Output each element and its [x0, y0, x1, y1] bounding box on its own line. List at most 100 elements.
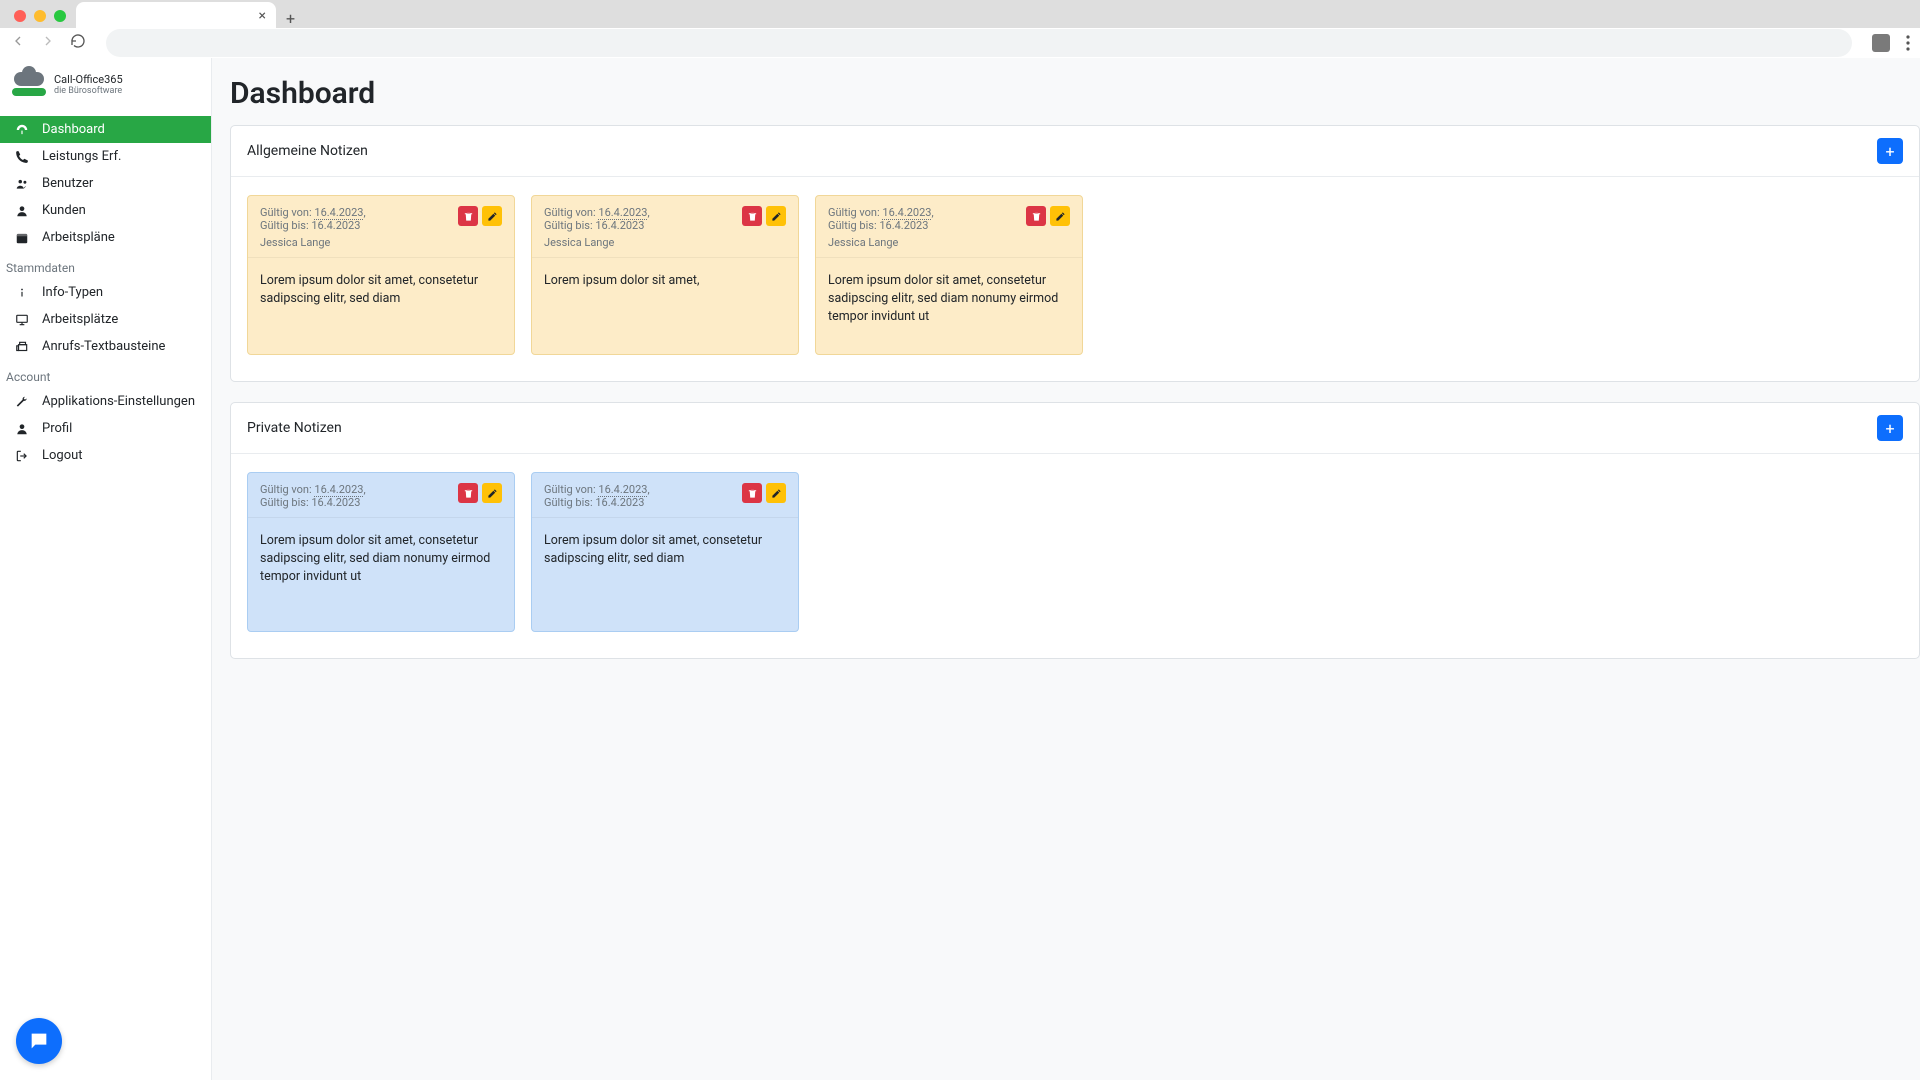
valid-from-label: Gültig von:: [544, 206, 596, 219]
delete-note-button[interactable]: [1026, 206, 1046, 226]
note-meta: Gültig von: 16.4.2023, Gültig bis: 16.4.…: [260, 483, 366, 509]
edit-note-button[interactable]: [482, 483, 502, 503]
note-header: Gültig von: 16.4.2023, Gültig bis: 16.4.…: [248, 196, 514, 258]
sidebar-item-label: Benutzer: [42, 176, 93, 191]
valid-from-label: Gültig von:: [544, 483, 596, 496]
sidebar-item-dashboard[interactable]: Dashboard: [0, 116, 211, 143]
pencil-icon: [1055, 211, 1066, 222]
user-icon: [14, 422, 30, 436]
note-actions: [742, 206, 786, 249]
window-maximize-icon[interactable]: [54, 10, 66, 22]
valid-to-date: 16.4.2023: [595, 496, 644, 509]
valid-to-date: 16.4.2023: [311, 496, 360, 509]
delete-note-button[interactable]: [458, 483, 478, 503]
sidebar-item-label: Anrufs-Textbausteine: [42, 339, 165, 354]
plus-icon: +: [1885, 419, 1894, 438]
note-header: Gültig von: 16.4.2023, Gültig bis: 16.4.…: [248, 473, 514, 518]
reload-button[interactable]: [70, 33, 86, 53]
back-button[interactable]: [10, 33, 26, 53]
add-private-note-button[interactable]: +: [1877, 415, 1903, 441]
wrench-icon: [14, 395, 30, 409]
sidebar-item-arbeitsplaetze[interactable]: Arbeitsplätze: [0, 306, 211, 333]
address-bar[interactable]: [106, 29, 1852, 57]
user-icon: [14, 204, 30, 218]
delete-note-button[interactable]: [742, 483, 762, 503]
note-card: Gültig von: 16.4.2023, Gültig bis: 16.4.…: [247, 195, 515, 355]
valid-from-date: 16.4.2023: [598, 483, 647, 497]
close-tab-icon[interactable]: ×: [259, 8, 266, 24]
note-card: Gültig von: 16.4.2023, Gültig bis: 16.4.…: [815, 195, 1083, 355]
main-content: Dashboard Allgemeine Notizen + Gültig vo…: [212, 58, 1920, 1080]
sidebar-item-appsettings[interactable]: Applikations-Einstellungen: [0, 388, 211, 415]
browser-tab[interactable]: ×: [76, 2, 276, 28]
note-author: Jessica Lange: [544, 236, 650, 249]
note-card: Gültig von: 16.4.2023, Gültig bis: 16.4.…: [531, 195, 799, 355]
edit-note-button[interactable]: [1050, 206, 1070, 226]
sidebar-section-stammdaten: Stammdaten: [0, 251, 211, 279]
sidebar-item-profil[interactable]: Profil: [0, 415, 211, 442]
valid-to-date: 16.4.2023: [311, 219, 360, 232]
forward-button[interactable]: [40, 33, 56, 53]
browser-chrome: × +: [0, 0, 1920, 58]
note-author: Jessica Lange: [260, 236, 366, 249]
chrome-actions: [1872, 34, 1910, 52]
note-body: Lorem ipsum dolor sit amet, consetetur s…: [248, 518, 514, 631]
sidebar-item-infotypen[interactable]: Info-Typen: [0, 279, 211, 306]
sidebar-item-textbausteine[interactable]: Anrufs-Textbausteine: [0, 333, 211, 360]
add-general-note-button[interactable]: +: [1877, 138, 1903, 164]
sidebar-item-leistungs[interactable]: Leistungs Erf.: [0, 143, 211, 170]
logo: Call-Office365 die Bürosoftware: [0, 58, 211, 110]
panel-body: Gültig von: 16.4.2023, Gültig bis: 16.4.…: [231, 454, 1919, 658]
extension-icon[interactable]: [1872, 34, 1890, 52]
sidebar-section-account: Account: [0, 360, 211, 388]
valid-from-date: 16.4.2023: [314, 206, 363, 220]
page-title: Dashboard: [230, 76, 1920, 111]
sidebar-item-kunden[interactable]: Kunden: [0, 197, 211, 224]
sidebar-item-label: Logout: [42, 448, 83, 463]
phone-icon: [14, 150, 30, 164]
desktop-icon: [14, 313, 30, 327]
note-meta: Gültig von: 16.4.2023, Gültig bis: 16.4.…: [544, 483, 650, 509]
note-meta: Gültig von: 16.4.2023, Gültig bis: 16.4.…: [260, 206, 366, 249]
sidebar-item-label: Arbeitsplätze: [42, 312, 118, 327]
valid-to-label: Gültig bis:: [260, 496, 309, 509]
panel-header: Allgemeine Notizen +: [231, 126, 1919, 177]
users-icon: [14, 177, 30, 191]
sidebar-item-benutzer[interactable]: Benutzer: [0, 170, 211, 197]
sidebar-item-label: Arbeitspläne: [42, 230, 115, 245]
panel-title: Private Notizen: [247, 420, 342, 436]
valid-from-date: 16.4.2023: [314, 483, 363, 497]
note-actions: [458, 206, 502, 249]
valid-from-date: 16.4.2023: [598, 206, 647, 220]
window-controls: [8, 10, 76, 28]
sidebar-item-label: Applikations-Einstellungen: [42, 394, 195, 409]
note-body: Lorem ipsum dolor sit amet, consetetur s…: [532, 518, 798, 631]
delete-note-button[interactable]: [742, 206, 762, 226]
pencil-icon: [771, 488, 782, 499]
sidebar-item-label: Leistungs Erf.: [42, 149, 121, 164]
edit-note-button[interactable]: [766, 206, 786, 226]
app-root: Call-Office365 die Bürosoftware Dashboar…: [0, 58, 1920, 1080]
logo-line2: die Bürosoftware: [54, 86, 123, 96]
window-minimize-icon[interactable]: [34, 10, 46, 22]
sidebar-item-label: Info-Typen: [42, 285, 103, 300]
browser-menu-icon[interactable]: [1906, 35, 1910, 51]
sidebar-item-label: Dashboard: [42, 122, 105, 137]
edit-note-button[interactable]: [482, 206, 502, 226]
note-body: Lorem ipsum dolor sit amet,: [532, 258, 798, 354]
note-actions: [1026, 206, 1070, 249]
panel-general-notes: Allgemeine Notizen + Gültig von: 16.4.20…: [230, 125, 1920, 382]
delete-note-button[interactable]: [458, 206, 478, 226]
new-tab-button[interactable]: +: [276, 9, 305, 28]
sidebar-item-logout[interactable]: Logout: [0, 442, 211, 469]
valid-from-label: Gültig von:: [260, 483, 312, 496]
edit-note-button[interactable]: [766, 483, 786, 503]
window-close-icon[interactable]: [14, 10, 26, 22]
calendar-icon: [14, 231, 30, 245]
note-body: Lorem ipsum dolor sit amet, consetetur s…: [816, 258, 1082, 354]
sidebar-item-arbeitsplaene[interactable]: Arbeitspläne: [0, 224, 211, 251]
note-card: Gültig von: 16.4.2023, Gültig bis: 16.4.…: [531, 472, 799, 632]
chat-icon: [28, 1030, 50, 1052]
note-meta: Gültig von: 16.4.2023, Gültig bis: 16.4.…: [544, 206, 650, 249]
chat-fab-button[interactable]: [16, 1018, 62, 1064]
